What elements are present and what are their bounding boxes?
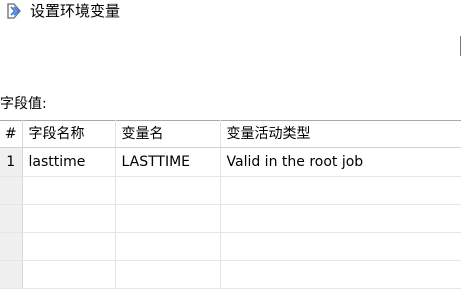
row-number-cell[interactable] — [0, 176, 23, 206]
empty-table-row[interactable] — [0, 204, 461, 234]
fields-table: # 字段名称 变量名 变量活动类型 1 lasttime LASTTIME Va… — [0, 120, 461, 289]
column-header-field-name[interactable]: 字段名称 — [22, 120, 116, 148]
column-header-variable-scope[interactable]: 变量活动类型 — [220, 120, 461, 148]
field-name-cell[interactable] — [22, 176, 116, 206]
set-variable-icon — [5, 2, 23, 20]
variable-name-cell[interactable] — [115, 176, 221, 206]
row-number-cell[interactable] — [0, 232, 23, 261]
table-header-row: # 字段名称 变量名 变量活动类型 — [0, 120, 461, 148]
variable-scope-cell[interactable] — [220, 232, 461, 261]
row-number-cell[interactable]: 1 — [0, 147, 23, 178]
field-name-cell[interactable]: lasttime — [22, 147, 116, 178]
variable-name-cell[interactable]: LASTTIME — [115, 147, 221, 178]
fields-label: 字段值: — [0, 96, 47, 112]
column-header-variable-name[interactable]: 变量名 — [115, 120, 221, 148]
field-name-cell[interactable] — [22, 204, 116, 234]
row-number-cell[interactable] — [0, 204, 23, 234]
empty-table-row[interactable] — [0, 232, 461, 261]
empty-table-row[interactable] — [0, 260, 461, 289]
empty-table-row[interactable] — [0, 176, 461, 206]
variable-name-cell[interactable] — [115, 232, 221, 261]
variable-scope-cell[interactable] — [220, 204, 461, 234]
variable-scope-cell[interactable] — [220, 260, 461, 289]
column-header-number[interactable]: # — [0, 120, 23, 148]
table-row[interactable]: 1 lasttime LASTTIME Valid in the root jo… — [0, 147, 461, 178]
row-number-cell[interactable] — [0, 260, 23, 289]
dialog-title-bar: 设置环境变量 — [0, 0, 461, 24]
variable-scope-cell[interactable] — [220, 176, 461, 206]
variable-scope-cell[interactable]: Valid in the root job — [220, 147, 461, 178]
dialog-title: 设置环境变量 — [30, 2, 121, 20]
field-name-cell[interactable] — [22, 260, 116, 289]
variable-name-cell[interactable] — [115, 260, 221, 289]
variable-name-cell[interactable] — [115, 204, 221, 234]
field-name-cell[interactable] — [22, 232, 116, 261]
